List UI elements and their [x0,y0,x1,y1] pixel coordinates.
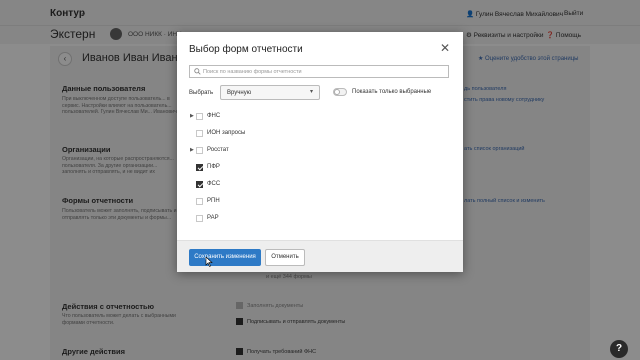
form-group-label: РПН [207,198,220,204]
dialog-footer: Сохранить изменения Отменить [177,240,463,272]
search-field[interactable] [189,65,449,78]
form-group-label: ФНС [207,113,221,119]
form-group-checkbox[interactable] [196,164,203,171]
form-group-row[interactable]: ▶ ФНС [177,110,463,124]
form-group-checkbox[interactable] [196,198,203,205]
form-group-row[interactable]: ИОН запросы [177,127,463,141]
form-group-label: ФСС [207,181,221,187]
form-group-row[interactable]: ▶ Росстат [177,144,463,158]
show-selected-label: Показать только выбранные [352,89,432,95]
chevron-down-icon: ▾ [310,89,314,95]
dialog-title: Выбор форм отчетности [189,44,303,55]
form-group-row[interactable]: РПН [177,195,463,209]
form-group-checkbox[interactable] [196,215,203,222]
cancel-button[interactable]: Отменить [265,249,305,266]
form-group-label: ПФР [207,164,220,170]
close-icon[interactable]: ✕ [440,42,450,54]
form-group-label: Росстат [207,147,229,153]
expand-arrow-icon[interactable]: ▶ [190,147,194,153]
form-group-checkbox[interactable] [196,181,203,188]
save-changes-button[interactable]: Сохранить изменения [189,249,261,266]
select-mode-value: Вручную [227,90,252,96]
help-fab-button[interactable]: ? [610,340,628,358]
select-mode-dropdown[interactable]: Вручную ▾ [220,85,320,100]
mouse-cursor-icon [205,257,213,267]
toggle-knob [334,89,340,95]
expand-arrow-icon[interactable]: ▶ [190,113,194,119]
form-group-label: ИОН запросы [207,130,246,136]
form-group-label: РАР [207,215,219,221]
show-selected-toggle[interactable] [333,88,347,96]
form-group-checkbox[interactable] [196,113,203,120]
forms-select-dialog: Выбор форм отчетности ✕ Выбрать Вручную … [177,32,463,272]
search-input[interactable] [203,67,443,76]
search-icon [194,68,201,75]
select-mode-label: Выбрать [189,90,214,96]
form-group-row[interactable]: РАР [177,212,463,226]
form-group-row[interactable]: ФСС [177,178,463,192]
form-group-row[interactable]: ПФР [177,161,463,175]
form-group-checkbox[interactable] [196,130,203,137]
form-group-checkbox[interactable] [196,147,203,154]
